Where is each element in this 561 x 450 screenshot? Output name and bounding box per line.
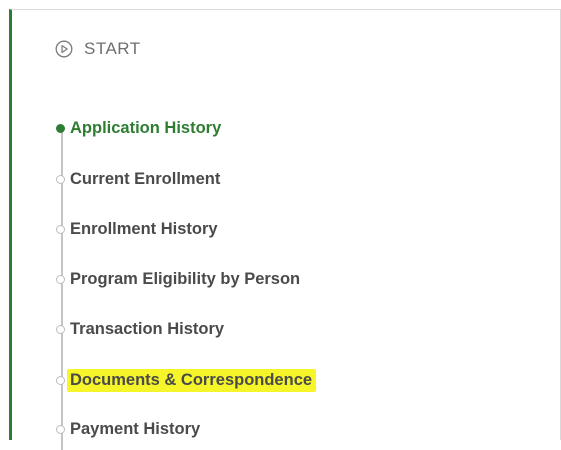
nav-item-label: Transaction History [70,319,225,338]
nav-item-documents-correspondence[interactable]: Documents & Correspondence [55,368,317,392]
nav-item-label: Application History [70,118,222,137]
nav-item-label: Enrollment History [70,219,218,238]
nav-item-label: Current Enrollment [70,169,221,188]
timeline-dot [56,274,65,284]
nav-item-transaction-history[interactable]: Transaction History [55,317,224,341]
nav-item-application-history[interactable]: Application History [55,116,221,140]
timeline-dot-active [56,123,65,133]
navigation-panel: START Application History Current Enroll… [9,9,561,450]
nav-item-label: Documents & Correspondence [67,368,317,392]
nav-item-label: Payment History [70,419,201,438]
start-section[interactable]: START [55,38,141,60]
nav-item-payment-history[interactable]: Payment History [55,417,200,441]
nav-item-label: Program Eligibility by Person [70,269,301,288]
play-circle-icon [55,40,73,58]
timeline-dot [56,174,65,184]
nav-item-current-enrollment[interactable]: Current Enrollment [55,167,220,191]
timeline-dot [56,324,65,334]
start-label: START [84,39,141,58]
timeline-dot [56,424,65,434]
timeline-dot [56,375,65,385]
nav-item-program-eligibility[interactable]: Program Eligibility by Person [55,267,300,291]
nav-item-enrollment-history[interactable]: Enrollment History [55,217,218,241]
timeline-dot [56,224,65,234]
